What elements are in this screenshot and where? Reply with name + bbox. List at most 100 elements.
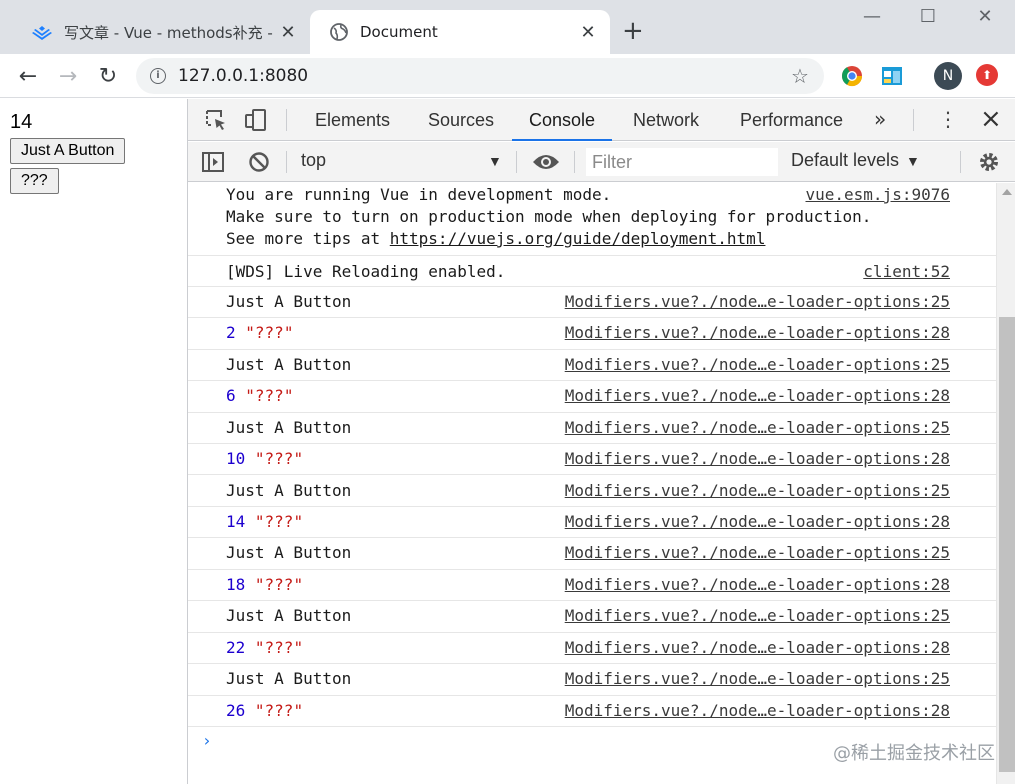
source-link[interactable]: Modifiers.vue?./node…e-loader-options:28 [565,386,950,405]
device-toolbar-icon[interactable] [244,108,268,132]
chevron-down-icon[interactable]: ▼ [488,153,502,169]
source-link[interactable]: Modifiers.vue?./node…e-loader-options:28 [565,323,950,342]
message-text: See more tips at https://vuejs.org/guide… [226,229,765,248]
log-levels-dropdown[interactable]: Default levels [791,150,899,171]
kebab-menu-icon[interactable]: ⋮ [938,107,958,131]
logged-number: 22 [226,637,246,657]
more-tabs-icon[interactable]: » [874,107,886,131]
console-log-row: Just A Button Modifiers.vue?./node…e-load… [188,601,996,633]
chevron-down-icon[interactable]: ▼ [906,153,920,169]
forward-button[interactable]: → [52,60,84,92]
inspect-element-icon[interactable] [204,108,228,132]
info-icon[interactable]: i [150,68,166,84]
logged-number: 18 [226,574,246,594]
browser-title-bar: 写文章 - Vue - methods补充 - 掘 ✕ Document ✕ +… [0,0,1015,54]
console-log-row: Just A Button Modifiers.vue?./node…e-load… [188,476,996,507]
context-selector[interactable]: top [301,150,326,171]
devtools-tab-bar: Elements Sources Console Network Perform… [188,99,1015,141]
profile-avatar[interactable]: N [934,62,962,90]
source-link[interactable]: Modifiers.vue?./node…e-loader-options:28 [565,638,950,657]
tab-elements[interactable]: Elements [315,99,390,141]
console-log-row: Just A Button Modifiers.vue?./node…e-load… [188,350,996,382]
message-text: 10 "???" [226,449,303,468]
tab-sources[interactable]: Sources [428,99,494,141]
logged-string: "???" [254,637,304,657]
message-text: 22 "???" [226,638,303,657]
logged-number: 2 [226,323,236,343]
browser-tab-document[interactable]: Document ✕ [310,10,610,54]
message-text: See more tips at [226,229,390,248]
source-link[interactable]: vue.esm.js:9076 [806,185,951,204]
close-devtools-icon[interactable]: × [980,104,1002,134]
console-prompt-icon[interactable]: › [202,731,212,750]
console-log-row: 18 "???" Modifiers.vue?./node…e-loader-op… [188,570,996,602]
tab-console[interactable]: Console [512,99,613,141]
browser-tab-juejin[interactable]: 写文章 - Vue - methods补充 - 掘 ✕ [12,10,310,54]
source-link[interactable]: Modifiers.vue?./node…e-loader-options:28 [565,449,950,468]
tab-title: Document [360,23,438,41]
message-text: 2 "???" [226,323,293,342]
source-link[interactable]: Modifiers.vue?./node…e-loader-options:25 [565,543,950,562]
console-scrollbar[interactable] [996,183,1015,784]
message-text: Just A Button [226,354,352,374]
message-text: [WDS] Live Reloading enabled. [226,262,506,281]
source-link[interactable]: Modifiers.vue?./node…e-loader-options:28 [565,701,950,720]
deployment-guide-link[interactable]: https://vuejs.org/guide/deployment.html [390,229,766,248]
page-viewport: 14 Just A Button ??? [0,99,187,784]
maximize-button[interactable]: ☐ [908,6,948,27]
new-tab-button[interactable]: + [622,18,644,44]
console-log-row: Just A Button Modifiers.vue?./node…e-load… [188,538,996,570]
window-close-button[interactable]: ✕ [965,6,1005,27]
logged-string: "???" [254,574,304,594]
tab-performance[interactable]: Performance [740,99,843,141]
source-link[interactable]: client:52 [863,262,950,281]
logged-number: 6 [226,386,236,406]
scroll-up-icon[interactable] [1002,189,1012,195]
source-link[interactable]: Modifiers.vue?./node…e-loader-options:25 [565,292,950,311]
separator [286,151,287,173]
console-message: You are running Vue in development mode.… [188,183,996,256]
eye-icon[interactable] [532,152,560,172]
separator [960,151,961,173]
message-text: Just A Button [226,606,352,626]
update-icon[interactable]: ⬆ [976,64,998,86]
logged-string: "???" [245,323,294,343]
message-text: Just A Button [226,480,352,500]
console-log-row: 6 "???" Modifiers.vue?./node…e-loader-opt… [188,381,996,413]
console-output: You are running Vue in development mode.… [188,183,996,784]
filter-input[interactable]: Filter [586,148,778,176]
screenshot-extension-icon[interactable] [880,64,904,88]
logged-number: 26 [226,700,246,720]
address-bar[interactable]: i 127.0.0.1:8080 ☆ [136,58,824,94]
gear-icon[interactable] [978,151,1000,173]
question-button[interactable]: ??? [10,168,59,194]
scroll-thumb[interactable] [999,317,1015,772]
tab-network[interactable]: Network [633,99,699,141]
source-link[interactable]: Modifiers.vue?./node…e-loader-options:25 [565,481,950,500]
message-text: Just A Button [226,669,352,689]
separator [574,151,575,173]
source-link[interactable]: Modifiers.vue?./node…e-loader-options:25 [565,606,950,625]
clear-console-icon[interactable] [248,151,270,173]
browser-toolbar: ← → ↻ i 127.0.0.1:8080 ☆ N ⬆ [0,54,1015,98]
source-link[interactable]: Modifiers.vue?./node…e-loader-options:25 [565,418,950,437]
chrome-extension-icon[interactable] [840,64,864,88]
source-link[interactable]: Modifiers.vue?./node…e-loader-options:25 [565,355,950,374]
bookmark-star-icon[interactable]: ☆ [784,64,816,88]
back-button[interactable]: ← [12,60,44,92]
console-log-row: 14 "???" Modifiers.vue?./node…e-loader-op… [188,507,996,539]
source-link[interactable]: Modifiers.vue?./node…e-loader-options:28 [565,512,950,531]
logged-string: "???" [254,700,304,720]
message-text: 6 "???" [226,386,293,405]
message-text: Just A Button [226,417,352,437]
source-link[interactable]: Modifiers.vue?./node…e-loader-options:25 [565,669,950,688]
close-icon[interactable]: ✕ [578,22,598,43]
reload-button[interactable]: ↻ [92,60,124,92]
close-icon[interactable]: ✕ [278,22,298,43]
logged-number: 14 [226,512,246,531]
sidebar-toggle-icon[interactable] [202,151,224,173]
message-text: Make sure to turn on production mode whe… [226,207,872,226]
source-link[interactable]: Modifiers.vue?./node…e-loader-options:28 [565,575,950,594]
minimize-button[interactable]: — [852,6,892,27]
just-a-button[interactable]: Just A Button [10,138,126,164]
